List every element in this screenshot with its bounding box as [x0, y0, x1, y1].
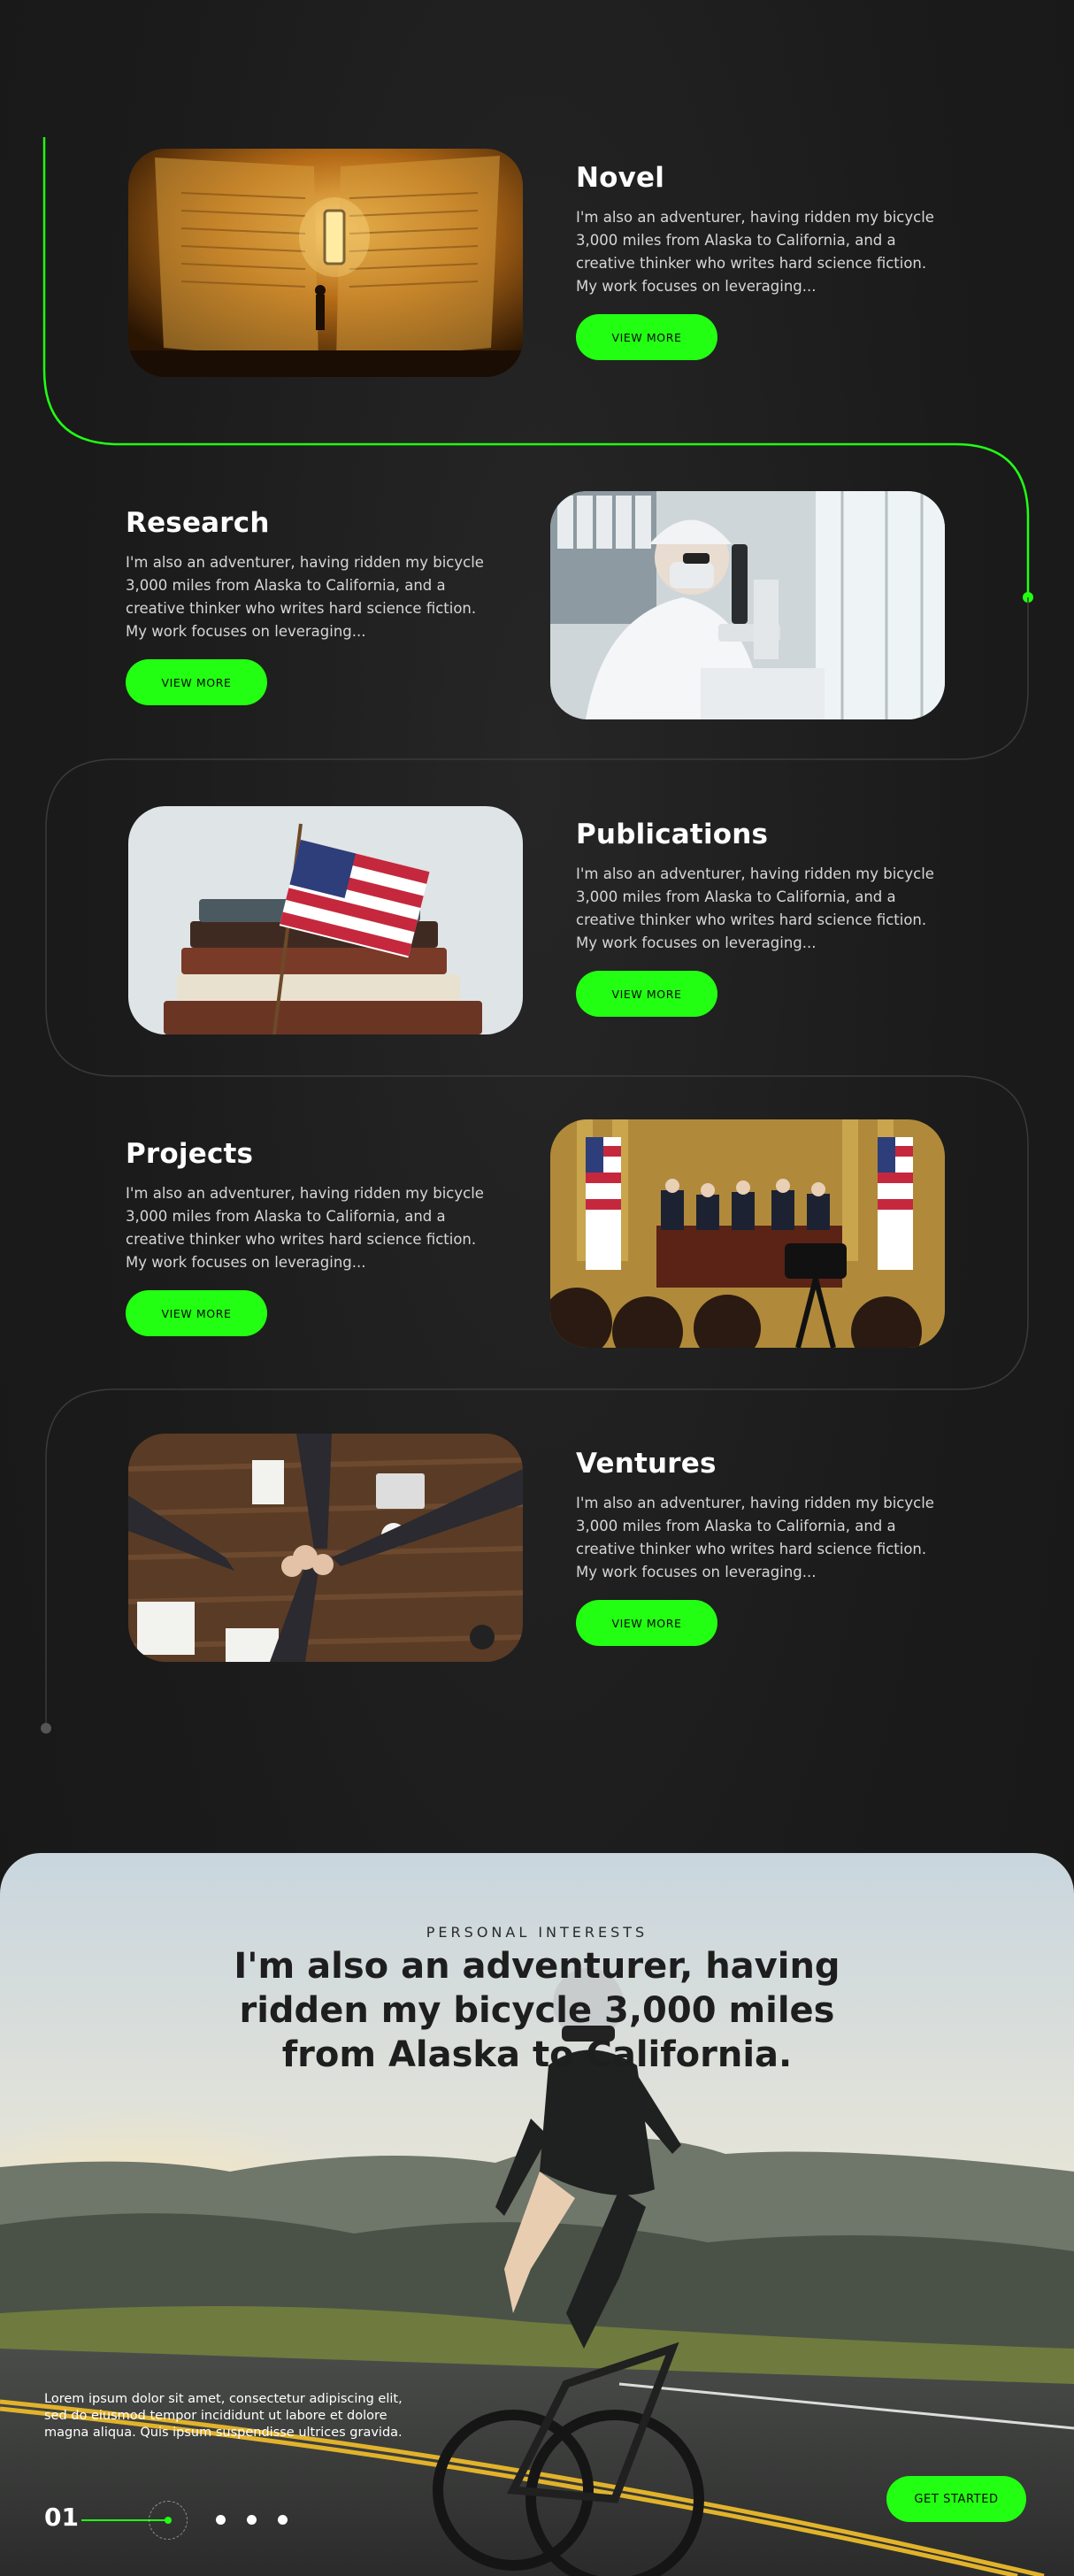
section-title: Publications [576, 819, 769, 850]
ventures-section: Ventures I'm also an adventurer, having … [576, 1448, 947, 1646]
timeline-node-active [1023, 592, 1033, 603]
projects-section: Projects I'm also an adventurer, having … [126, 1138, 497, 1336]
slide-progress-knob [165, 2517, 172, 2524]
ventures-image[interactable] [128, 1434, 523, 1662]
timeline-node [41, 1723, 51, 1734]
research-section: Research I'm also an adventurer, having … [126, 507, 497, 705]
view-more-button[interactable]: VIEW MORE [576, 971, 717, 1017]
hero-eyebrow: PERSONAL INTERESTS [426, 1924, 648, 1941]
section-description: I'm also an adventurer, having ridden my… [576, 209, 934, 295]
personal-interests-hero: PERSONAL INTERESTS I'm also an adventure… [0, 1853, 1074, 2576]
slide-number: 01 [44, 2503, 79, 2532]
get-started-button[interactable]: GET STARTED [886, 2476, 1026, 2522]
section-description: I'm also an adventurer, having ridden my… [576, 865, 934, 951]
hero-headline: I'm also an adventurer, having ridden my… [234, 1946, 840, 2075]
section-title: Research [126, 507, 270, 539]
novel-image[interactable] [128, 149, 523, 377]
view-more-button[interactable]: VIEW MORE [576, 314, 717, 360]
slider-controls: 01 [44, 2501, 398, 2540]
novel-section: Novel I'm also an adventurer, having rid… [576, 162, 947, 360]
section-description: I'm also an adventurer, having ridden my… [126, 1185, 484, 1271]
view-more-button[interactable]: VIEW MORE [126, 659, 267, 705]
publications-section: Publications I'm also an adventurer, hav… [576, 819, 947, 1017]
section-title: Novel [576, 162, 665, 194]
research-image[interactable] [550, 491, 945, 719]
slide-dot-2[interactable] [216, 2515, 226, 2525]
slide-dot-4[interactable] [278, 2515, 288, 2525]
section-description: I'm also an adventurer, having ridden my… [576, 1495, 934, 1580]
publications-image[interactable] [128, 806, 523, 1034]
section-description: I'm also an adventurer, having ridden my… [126, 554, 484, 640]
section-title: Projects [126, 1138, 254, 1170]
hero-body-text: Lorem ipsum dolor sit amet, consectetur … [44, 2392, 403, 2440]
view-more-button[interactable]: VIEW MORE [126, 1290, 267, 1336]
view-more-button[interactable]: VIEW MORE [576, 1600, 717, 1646]
slide-dot-3[interactable] [247, 2515, 257, 2525]
section-title: Ventures [576, 1448, 717, 1480]
projects-image[interactable] [550, 1119, 945, 1348]
